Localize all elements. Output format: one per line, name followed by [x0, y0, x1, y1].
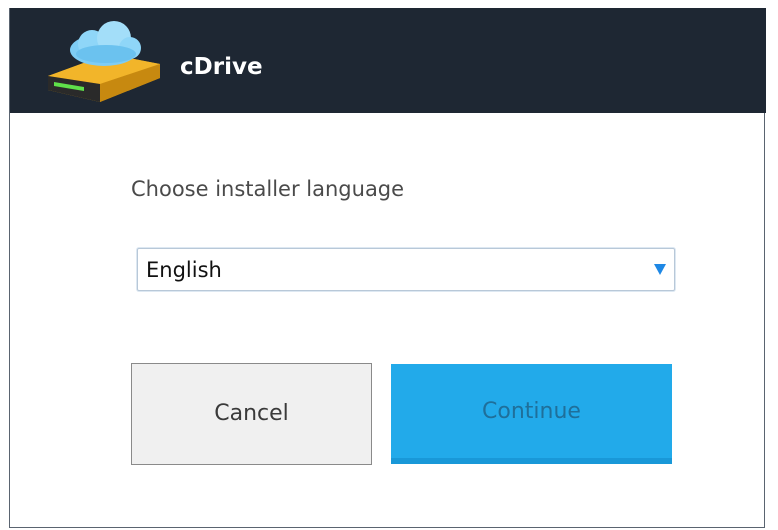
cancel-button[interactable]: Cancel: [131, 363, 372, 465]
cloud-drive-logo-icon: [48, 21, 160, 102]
language-select-value: English: [146, 258, 222, 282]
chevron-down-icon[interactable]: [654, 264, 666, 275]
title-bar: cDrive: [10, 8, 766, 113]
language-select[interactable]: English: [137, 248, 675, 291]
language-prompt-label: Choose installer language: [131, 177, 405, 201]
app-title: cDrive: [180, 54, 263, 80]
installer-window: cDrive Choose installer language English…: [9, 8, 766, 528]
continue-button[interactable]: Continue: [391, 364, 672, 464]
